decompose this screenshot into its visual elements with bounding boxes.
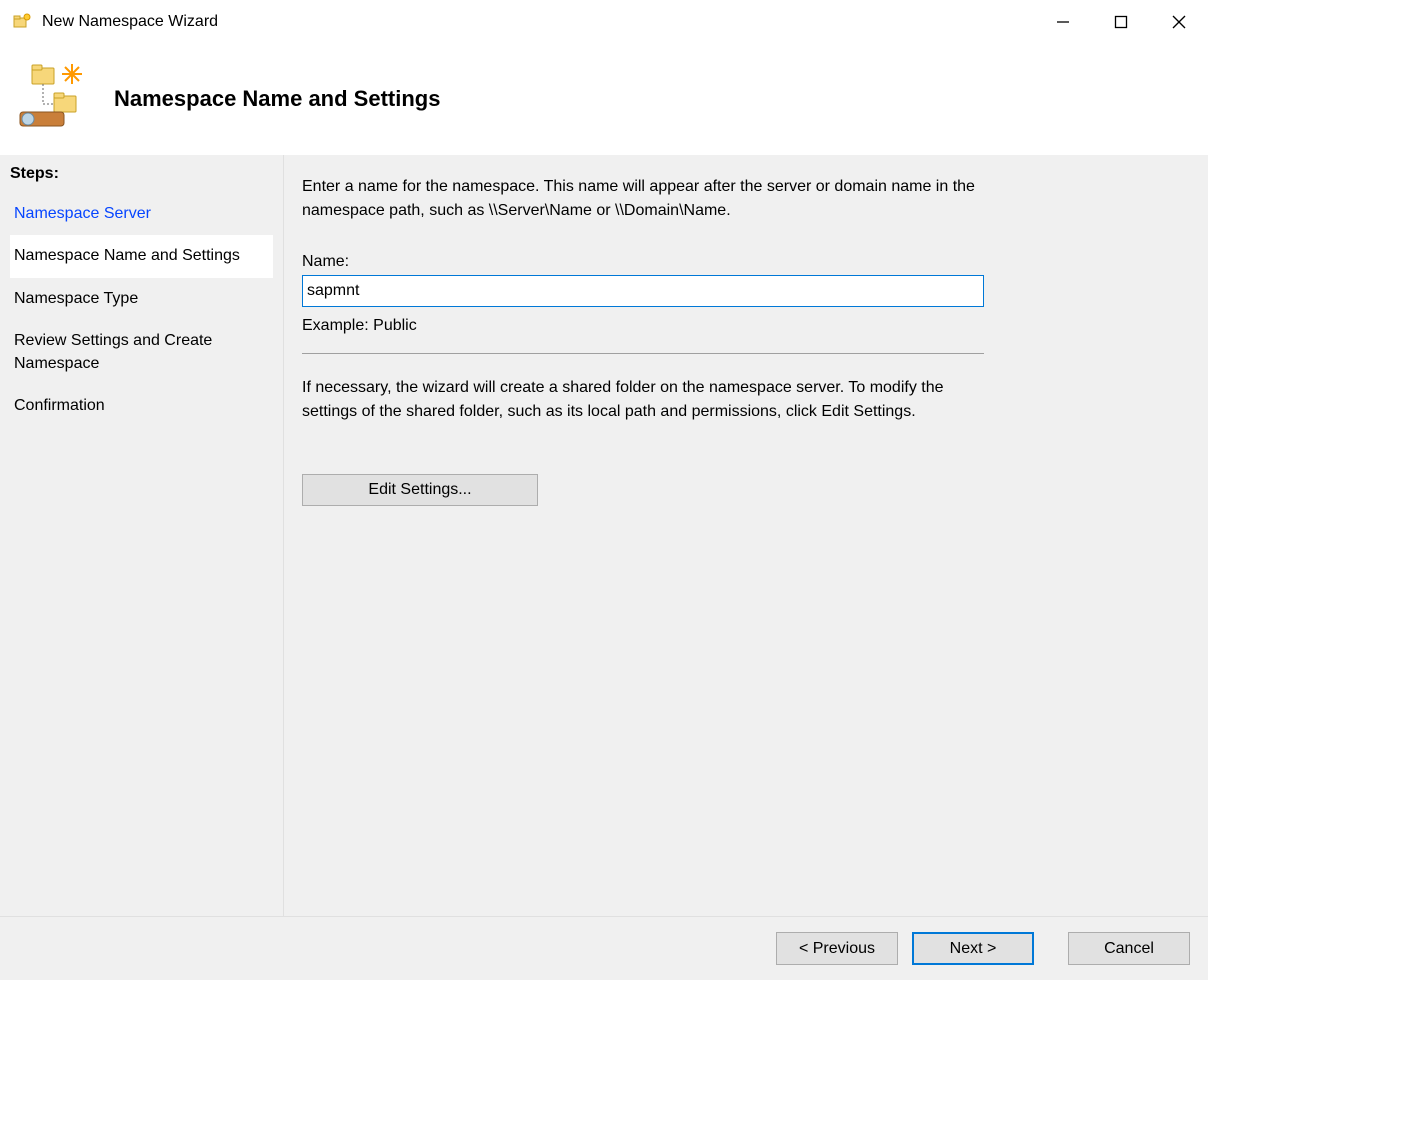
titlebar: New Namespace Wizard	[0, 0, 1208, 44]
step-namespace-server[interactable]: Namespace Server	[10, 193, 273, 235]
name-field-label: Name:	[302, 253, 1180, 271]
example-text: Example: Public	[302, 317, 1180, 335]
step-confirmation: Confirmation	[10, 385, 273, 427]
edit-settings-button[interactable]: Edit Settings...	[302, 474, 538, 506]
namespace-name-input[interactable]	[302, 275, 984, 307]
instruction2-text: If necessary, the wizard will create a s…	[302, 376, 1002, 424]
close-button[interactable]	[1150, 0, 1208, 44]
minimize-button[interactable]	[1034, 0, 1092, 44]
separator	[302, 353, 984, 354]
instruction-text: Enter a name for the namespace. This nam…	[302, 175, 1002, 223]
wizard-body: Steps: Namespace Server Namespace Name a…	[0, 154, 1208, 916]
wizard-page-title: Namespace Name and Settings	[114, 86, 440, 112]
previous-button[interactable]: < Previous	[776, 932, 898, 965]
steps-sidebar: Steps: Namespace Server Namespace Name a…	[0, 155, 284, 916]
step-namespace-type: Namespace Type	[10, 278, 273, 320]
window-title: New Namespace Wizard	[42, 13, 218, 31]
wizard-footer: < Previous Next > Cancel	[0, 916, 1208, 980]
namespace-header-icon	[14, 64, 84, 134]
cancel-button[interactable]: Cancel	[1068, 932, 1190, 965]
maximize-button[interactable]	[1092, 0, 1150, 44]
next-button[interactable]: Next >	[912, 932, 1034, 965]
wizard-window: New Namespace Wizard	[0, 0, 1208, 980]
steps-heading: Steps:	[10, 165, 273, 183]
step-review-create: Review Settings and Create Namespace	[10, 320, 273, 385]
step-namespace-name-settings[interactable]: Namespace Name and Settings	[10, 235, 273, 277]
wizard-header: Namespace Name and Settings	[0, 44, 1208, 154]
wizard-content: Enter a name for the namespace. This nam…	[284, 155, 1208, 916]
window-controls	[1034, 0, 1208, 44]
namespace-wizard-icon	[12, 12, 32, 32]
